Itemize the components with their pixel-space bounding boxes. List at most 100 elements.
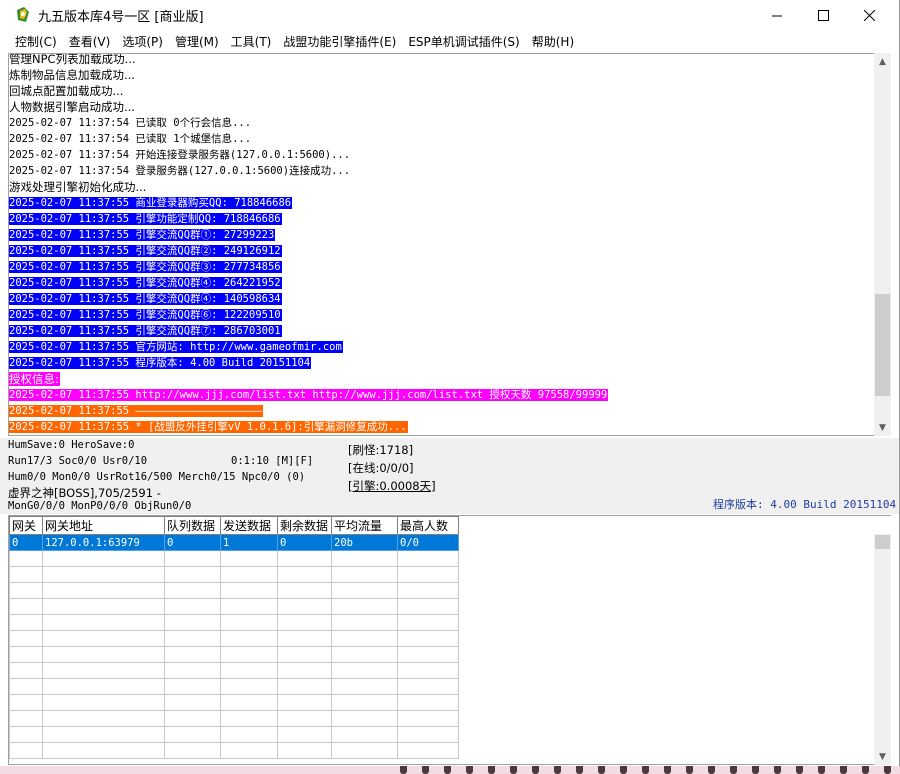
- log-line-text: 2025-02-07 11:37:55 http://www.jjj.com/l…: [9, 389, 609, 401]
- menu-item[interactable]: 管理(M): [169, 31, 225, 51]
- table-row-empty[interactable]: [9, 694, 459, 711]
- table-cell: [164, 710, 221, 727]
- table-cell: [397, 742, 459, 759]
- table-row-empty[interactable]: [9, 726, 459, 743]
- table-cell: [164, 630, 221, 647]
- grid-scrollbar[interactable]: ▼: [874, 534, 891, 765]
- table-cell: [277, 694, 332, 711]
- table-row-empty[interactable]: [9, 582, 459, 599]
- column-header[interactable]: 剩余数据: [277, 516, 332, 535]
- menu-bar: 控制(C) 查看(V) 选项(P) 管理(M) 工具(T) 战盟功能引擎插件(E) ESP单…: [0, 31, 899, 51]
- log-scroll-thumb[interactable]: [875, 294, 890, 396]
- table-row-empty[interactable]: [9, 646, 459, 663]
- table-row-empty[interactable]: [9, 630, 459, 647]
- log-line: 2025-02-07 11:37:54 登录服务器(127.0.0.1:5600…: [9, 163, 873, 179]
- table-row-empty[interactable]: [9, 614, 459, 631]
- table-cell: [164, 646, 221, 663]
- table-cell: 0: [9, 534, 43, 551]
- table-row-empty[interactable]: [9, 742, 459, 759]
- maximize-button[interactable]: [800, 0, 846, 31]
- table-cell: [277, 550, 332, 567]
- table-cell: [164, 694, 221, 711]
- table-cell: [9, 726, 43, 743]
- column-header[interactable]: 平均流量: [331, 516, 398, 535]
- menu-item[interactable]: 选项(P): [116, 31, 169, 51]
- log-line-text: 2025-02-07 11:37:55 引擎交流QQ群④: 140598634: [9, 293, 282, 305]
- log-line: 2025-02-07 11:37:55 引擎交流QQ群⑦: 286703001: [9, 323, 873, 339]
- menu-item[interactable]: 工具(T): [225, 31, 278, 51]
- log-scrollbar[interactable]: ▲ ▼: [874, 53, 891, 436]
- table-cell: [9, 742, 43, 759]
- log-line: 授权信息:: [9, 371, 873, 387]
- scroll-up-arrow-icon[interactable]: ▲: [874, 53, 891, 70]
- table-cell: [9, 694, 43, 711]
- table-row-empty[interactable]: [9, 710, 459, 727]
- column-header[interactable]: 最高人数: [397, 516, 459, 535]
- table-cell: [164, 614, 221, 631]
- close-button[interactable]: [846, 0, 892, 31]
- column-header[interactable]: 发送数据: [220, 516, 278, 535]
- log-line: 2025-02-07 11:37:55 * [战盟反外挂引擎vV 1.0.1.6…: [9, 419, 873, 435]
- table-cell: [277, 678, 332, 695]
- status-uptime: 0:1:10 [M][F]: [231, 455, 314, 467]
- table-cell: 0/0: [397, 534, 459, 551]
- table-cell: [42, 742, 165, 759]
- table-cell: [164, 678, 221, 695]
- log-panel[interactable]: 管理NPC列表加载成功... 炼制物品信息加载成功... 回城点配置加载成功... 人…: [8, 53, 891, 436]
- table-cell: [42, 566, 165, 583]
- table-cell: [331, 694, 398, 711]
- table-row-empty[interactable]: [9, 678, 459, 695]
- table-cell: [9, 630, 43, 647]
- menu-item[interactable]: ESP单机调试插件(S): [402, 31, 525, 51]
- table-cell: [42, 598, 165, 615]
- server-window: 九五版本库4号一区 [商业版] 控制(C) 查看(V) 选项(P) 管理(M) 工具(T…: [0, 0, 900, 766]
- log-line: 2025-02-07 11:37:54 开始连接登录服务器(127.0.0.1:…: [9, 147, 873, 163]
- log-line-text: 管理NPC列表加载成功...: [9, 53, 136, 66]
- table-cell: [397, 598, 459, 615]
- menu-item[interactable]: 帮助(H): [526, 31, 580, 51]
- table-cell: [42, 694, 165, 711]
- table-cell: [331, 614, 398, 631]
- table-cell: [164, 598, 221, 615]
- table-cell: [220, 678, 278, 695]
- log-line-text: 2025-02-07 11:37:54 登录服务器(127.0.0.1:5600…: [9, 165, 351, 177]
- title-bar[interactable]: 九五版本库4号一区 [商业版]: [0, 0, 899, 31]
- table-cell: [9, 582, 43, 599]
- column-header[interactable]: 队列数据: [164, 516, 221, 535]
- log-line-text: 2025-02-07 11:37:55 程序版本: 4.00 Build 201…: [9, 357, 312, 369]
- table-cell: [331, 582, 398, 599]
- table-cell: [220, 742, 278, 759]
- grid-scroll-thumb[interactable]: [875, 535, 890, 549]
- table-cell: [220, 694, 278, 711]
- table-row-empty[interactable]: [9, 598, 459, 615]
- table-cell: [9, 662, 43, 679]
- table-cell: [397, 630, 459, 647]
- scroll-down-arrow-icon[interactable]: ▼: [874, 419, 891, 436]
- table-row-empty[interactable]: [9, 550, 459, 567]
- scroll-down-arrow-icon[interactable]: ▼: [874, 748, 891, 765]
- table-cell: [277, 630, 332, 647]
- menu-item[interactable]: 控制(C): [9, 31, 63, 51]
- menu-item[interactable]: 查看(V): [63, 31, 117, 51]
- table-cell: [42, 678, 165, 695]
- table-cell: [277, 614, 332, 631]
- log-line: 2025-02-07 11:37:55 程序版本: 4.00 Build 201…: [9, 355, 873, 371]
- log-line: 2025-02-07 11:37:55 引擎交流QQ群⑥: 122209510: [9, 307, 873, 323]
- table-cell: [9, 678, 43, 695]
- table-cell: [277, 582, 332, 599]
- table-cell: [42, 630, 165, 647]
- table-row-empty[interactable]: [9, 566, 459, 583]
- column-header[interactable]: 网关: [9, 516, 43, 535]
- table-cell: [164, 742, 221, 759]
- column-header[interactable]: 网关地址: [42, 516, 165, 535]
- table-row-empty[interactable]: [9, 662, 459, 679]
- menu-item[interactable]: 战盟功能引擎插件(E): [277, 31, 402, 51]
- table-row[interactable]: 0 127.0.0.1:63979 0 1 0 20b 0/0: [9, 534, 459, 551]
- log-line-text: 2025-02-07 11:37:55 引擎交流QQ群①: 27299223: [9, 229, 276, 241]
- minimize-button[interactable]: [754, 0, 800, 31]
- table-cell: [9, 598, 43, 615]
- table-cell: [164, 550, 221, 567]
- table-cell: [164, 566, 221, 583]
- log-line: 2025-02-07 11:37:55 引擎交流QQ群②: 249126912: [9, 243, 873, 259]
- maximize-icon: [817, 10, 829, 21]
